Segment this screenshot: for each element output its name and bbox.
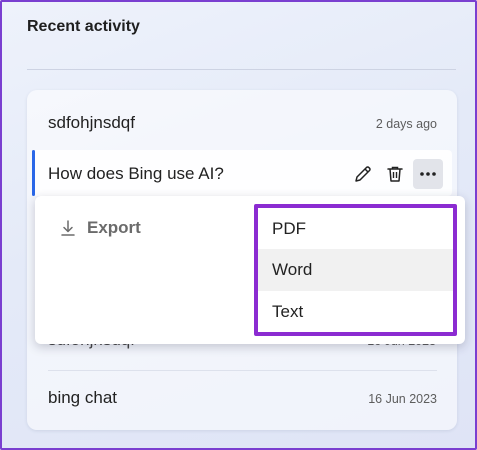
more-icon [420, 172, 436, 176]
list-item-label: How does Bing use AI? [48, 164, 224, 183]
pencil-icon [355, 166, 371, 182]
list-item[interactable]: bing chat 16 Jun 2023 [48, 375, 437, 421]
list-item-active[interactable]: How does Bing use AI? [32, 150, 452, 196]
trash-icon [387, 166, 403, 182]
page-title: Recent activity [27, 18, 140, 35]
export-pdf-option[interactable]: PDF [258, 208, 453, 249]
divider [27, 69, 456, 70]
list-item-label: bing chat [48, 388, 117, 407]
more-options-button[interactable] [413, 159, 443, 189]
download-icon [61, 220, 75, 236]
export-text-option[interactable]: Text [258, 291, 453, 332]
export-format-submenu: PDF Word Text [254, 204, 457, 336]
list-item-date: 16 Jun 2023 [368, 392, 437, 406]
list-item[interactable]: sdfohjnsdqf 2 days ago [48, 100, 437, 146]
active-indicator [32, 150, 35, 196]
context-menu: Export PDF Word Text [35, 196, 465, 344]
export-label: Export [87, 218, 141, 237]
list-item-label: sdfohjnsdqf [48, 113, 135, 132]
export-menu-item[interactable]: Export [59, 218, 141, 238]
export-word-option[interactable]: Word [258, 249, 453, 291]
delete-button[interactable] [380, 159, 410, 189]
row-divider [48, 370, 437, 371]
list-item-date: 2 days ago [375, 117, 437, 131]
rename-button[interactable] [348, 159, 378, 189]
